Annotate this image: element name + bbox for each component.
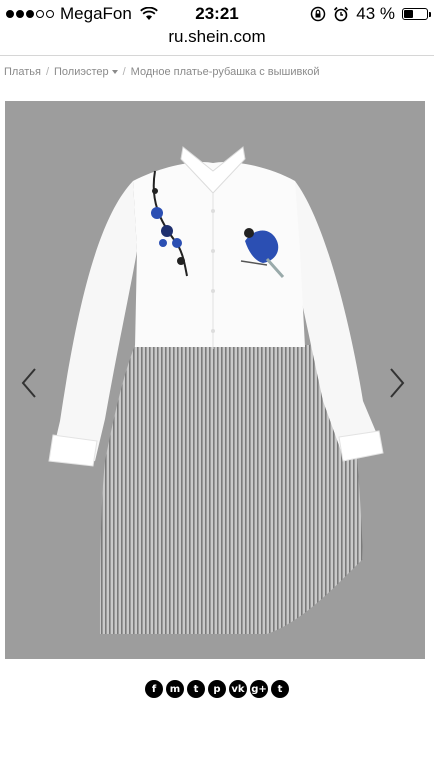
pinterest-icon[interactable]: p — [208, 680, 226, 698]
breadcrumb-item-polyester-label: Полиэстер — [54, 66, 109, 78]
chevron-left-icon[interactable] — [15, 363, 45, 403]
url-text: ru.shein.com — [168, 27, 266, 46]
status-bar-right: 43 % — [310, 4, 431, 24]
address-bar[interactable]: ru.shein.com — [0, 26, 434, 56]
facebook-icon[interactable]: f — [145, 680, 163, 698]
breadcrumb-item-dresses[interactable]: Платья — [4, 66, 41, 78]
breadcrumb-separator: / — [122, 66, 126, 78]
breadcrumb-item-polyester[interactable]: Полиэстер — [54, 66, 118, 78]
status-bar: MegaFon 23:21 43 % — [0, 0, 434, 26]
breadcrumb-separator: / — [45, 66, 49, 78]
battery-icon — [402, 8, 431, 20]
battery-fill — [404, 10, 414, 18]
rotation-lock-icon — [311, 6, 326, 22]
breadcrumb: Платья / Полиэстер / Модное платье-рубаш… — [4, 66, 320, 78]
alarm-icon — [334, 6, 349, 22]
chevron-right-icon[interactable] — [381, 363, 411, 403]
product-photo — [5, 101, 425, 659]
twitter-icon[interactable]: t — [187, 680, 205, 698]
product-image-gallery[interactable] — [5, 101, 425, 659]
caret-down-icon — [111, 70, 118, 75]
share-buttons: f m t p vk g+ t — [0, 680, 434, 698]
battery-percent: 43 % — [356, 4, 395, 23]
vk-icon[interactable]: vk — [229, 680, 247, 698]
google-plus-icon[interactable]: g+ — [250, 680, 268, 698]
messenger-icon[interactable]: m — [166, 680, 184, 698]
breadcrumb-item-current: Модное платье-рубашка с вышивкой — [130, 66, 320, 78]
tumblr-icon[interactable]: t — [271, 680, 289, 698]
